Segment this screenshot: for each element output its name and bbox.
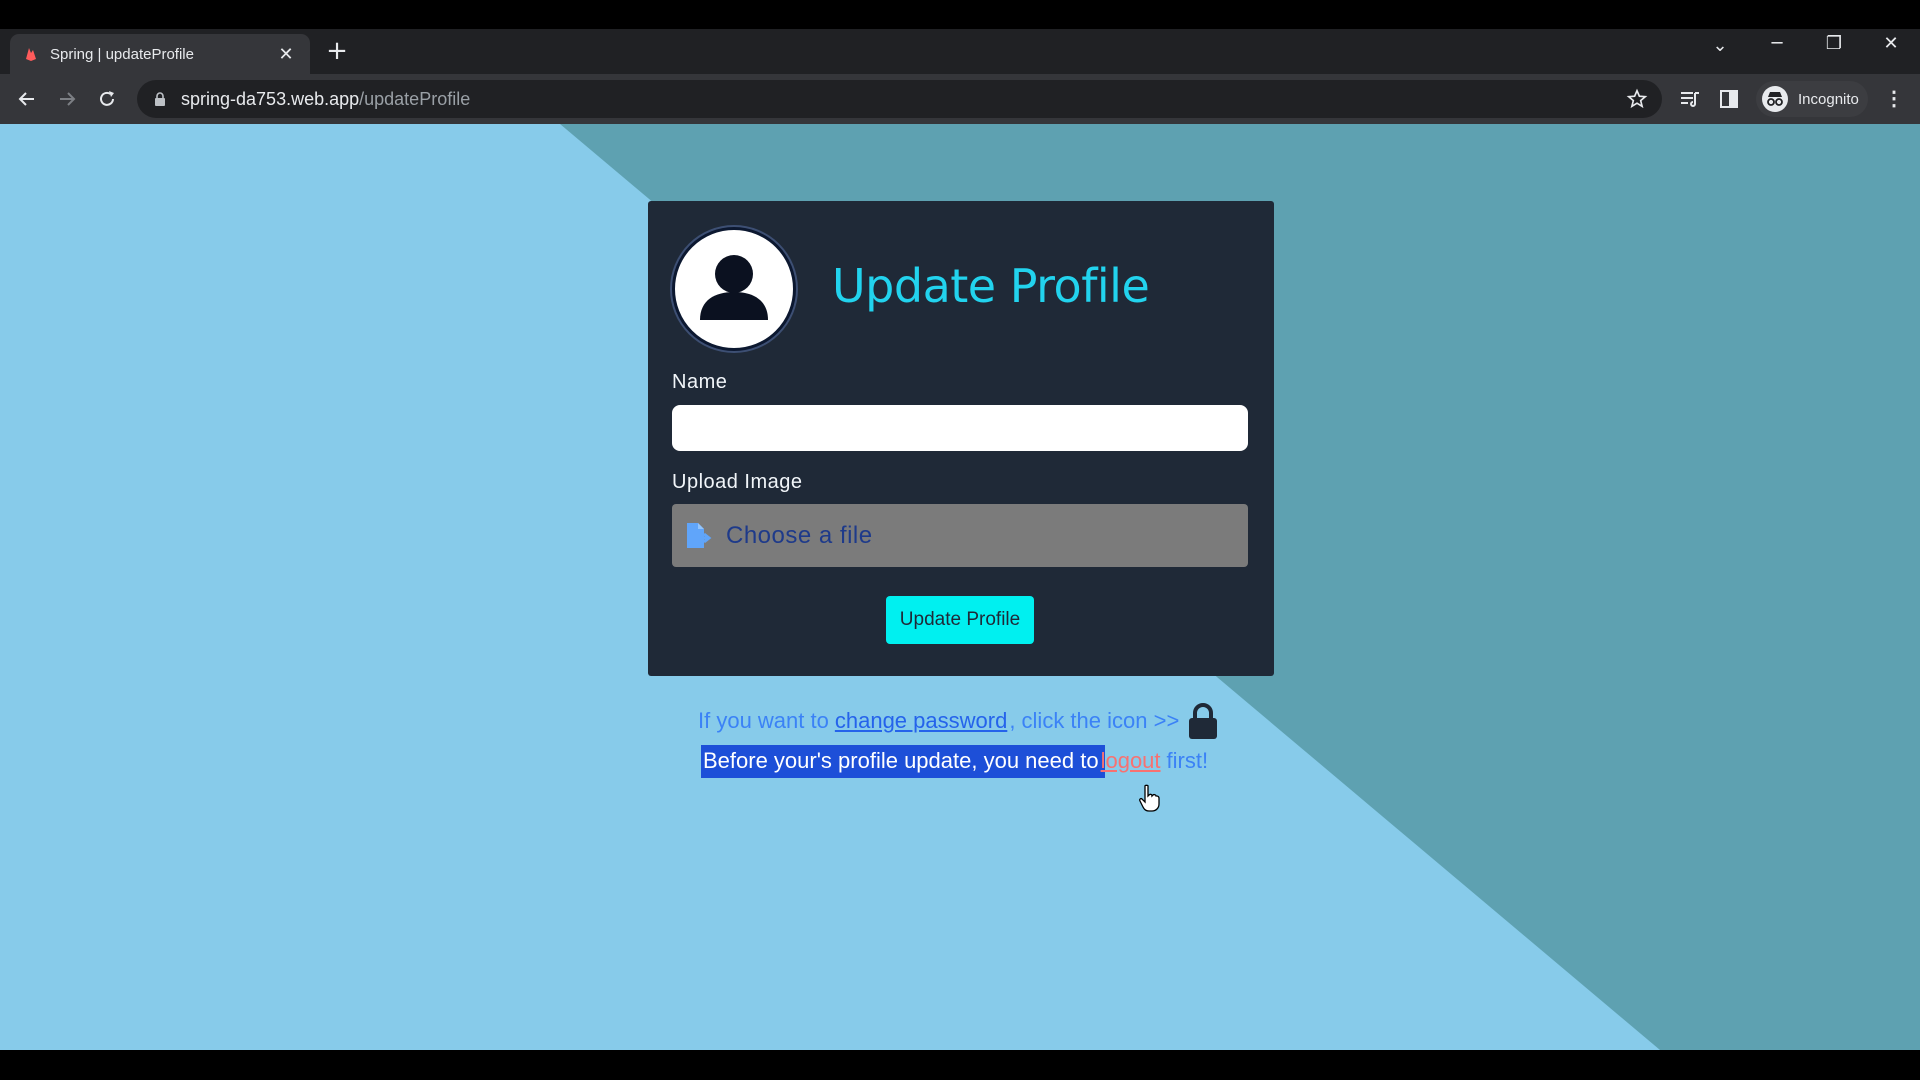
change-password-note: If you want to change password , click t… <box>698 702 1221 740</box>
back-arrow-icon <box>18 92 34 106</box>
new-tab-button[interactable]: + <box>322 36 352 66</box>
user-silhouette-icon <box>700 255 768 320</box>
firebase-favicon-icon <box>24 47 38 61</box>
forward-button[interactable] <box>54 86 80 112</box>
hand-pointer-cursor-icon <box>1139 784 1160 812</box>
password-note-prefix: If you want to <box>698 708 829 733</box>
forward-arrow-icon <box>60 92 76 106</box>
update-profile-card: Update Profile Name Upload Image Choose … <box>648 201 1274 676</box>
logout-link[interactable]: ogout <box>1105 748 1160 773</box>
logout-note: Before your's profile update, you need t… <box>701 745 1209 778</box>
name-label: Name <box>672 371 728 393</box>
choose-file-text: Choose a file <box>726 521 873 549</box>
bookmark-star-icon[interactable] <box>1626 88 1648 110</box>
update-profile-button[interactable]: Update Profile <box>886 596 1034 644</box>
logout-note-suffix: first! <box>1166 748 1209 773</box>
browser-menu-button[interactable]: ⋮ <box>1884 87 1904 111</box>
page-title: Update Profile <box>832 259 1150 313</box>
file-upload-icon <box>687 522 712 548</box>
browser-toolbar: spring-da753.web.app /updateProfile Inco… <box>0 74 1920 124</box>
url-host: spring-da753.web.app <box>181 88 360 109</box>
restore-button[interactable]: ❐ <box>1814 33 1854 54</box>
tab-close-icon[interactable]: ✕ <box>276 44 296 65</box>
upload-image-label: Upload Image <box>672 471 803 493</box>
letterbox-bottom <box>0 1050 1920 1080</box>
lock-icon[interactable] <box>1185 702 1221 740</box>
tab-title: Spring | updateProfile <box>50 45 194 63</box>
password-note-suffix: , click the icon >> <box>1009 708 1180 733</box>
back-button[interactable] <box>14 86 40 112</box>
lock-icon <box>155 92 165 106</box>
logout-note-prefix: Before your's profile update, you need t… <box>701 745 1101 778</box>
reading-list-icon[interactable] <box>1678 87 1702 111</box>
incognito-label: Incognito <box>1798 90 1859 108</box>
tab-search-dropdown-icon[interactable]: ⌄ <box>1700 35 1740 56</box>
page-viewport: Update Profile Name Upload Image Choose … <box>0 124 1920 1050</box>
name-input[interactable] <box>672 405 1248 451</box>
url-path: /updateProfile <box>359 88 471 109</box>
change-password-link[interactable]: change password <box>835 708 1007 734</box>
avatar[interactable] <box>672 227 796 351</box>
reload-icon <box>100 91 114 106</box>
side-panel-icon[interactable] <box>1717 87 1741 111</box>
browser-tab[interactable]: Spring | updateProfile ✕ <box>10 34 310 74</box>
file-upload-field[interactable]: Choose a file <box>672 504 1248 567</box>
letterbox-top <box>0 0 1920 29</box>
incognito-icon <box>1762 86 1788 112</box>
incognito-profile-button[interactable]: Incognito <box>1756 81 1868 117</box>
minimize-button[interactable]: ─ <box>1757 33 1797 54</box>
address-bar[interactable]: spring-da753.web.app /updateProfile <box>137 80 1662 118</box>
reload-button[interactable] <box>94 86 120 112</box>
tab-strip: Spring | updateProfile ✕ + ⌄ ─ ❐ ✕ <box>0 29 1920 74</box>
close-window-button[interactable]: ✕ <box>1871 33 1911 54</box>
